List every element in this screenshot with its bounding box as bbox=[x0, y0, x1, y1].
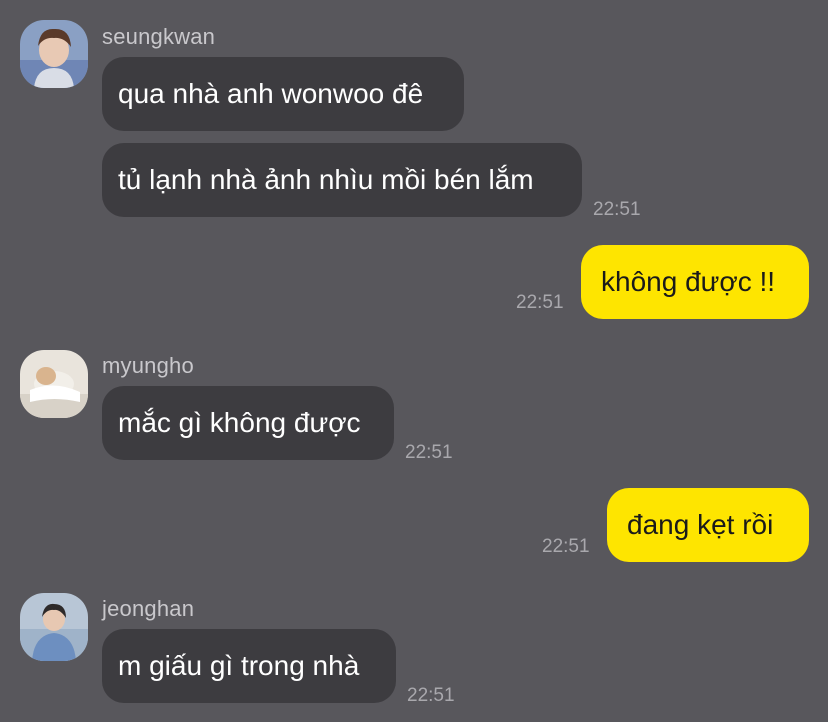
jeonghan-avatar-image bbox=[20, 593, 88, 661]
message-timestamp: 22:51 bbox=[516, 292, 564, 313]
incoming-message-bubble[interactable]: tủ lạnh nhà ảnh nhìu mồi bén lắm bbox=[102, 143, 582, 217]
sender-name-jeonghan: jeonghan bbox=[102, 596, 195, 621]
outgoing-message-bubble[interactable]: đang kẹt rồi bbox=[607, 488, 809, 562]
avatar-jeonghan[interactable] bbox=[20, 593, 88, 661]
incoming-message-bubble[interactable]: qua nhà anh wonwoo đê bbox=[102, 57, 464, 131]
avatar-myungho[interactable] bbox=[20, 350, 88, 418]
message-timestamp: 22:51 bbox=[405, 442, 453, 463]
avatar-seungkwan[interactable] bbox=[20, 20, 88, 88]
sender-name-myungho: myungho bbox=[102, 353, 194, 378]
message-timestamp: 22:51 bbox=[542, 536, 590, 557]
message-timestamp: 22:51 bbox=[407, 685, 455, 706]
incoming-message-bubble[interactable]: mắc gì không được bbox=[102, 386, 394, 460]
outgoing-message-bubble[interactable]: không được !! bbox=[581, 245, 809, 319]
sender-name-seungkwan: seungkwan bbox=[102, 24, 216, 49]
incoming-message-bubble[interactable]: m giấu gì trong nhà bbox=[102, 629, 396, 703]
myungho-avatar-image bbox=[20, 350, 88, 418]
message-timestamp: 22:51 bbox=[593, 199, 641, 220]
seungkwan-avatar-image bbox=[20, 20, 88, 88]
